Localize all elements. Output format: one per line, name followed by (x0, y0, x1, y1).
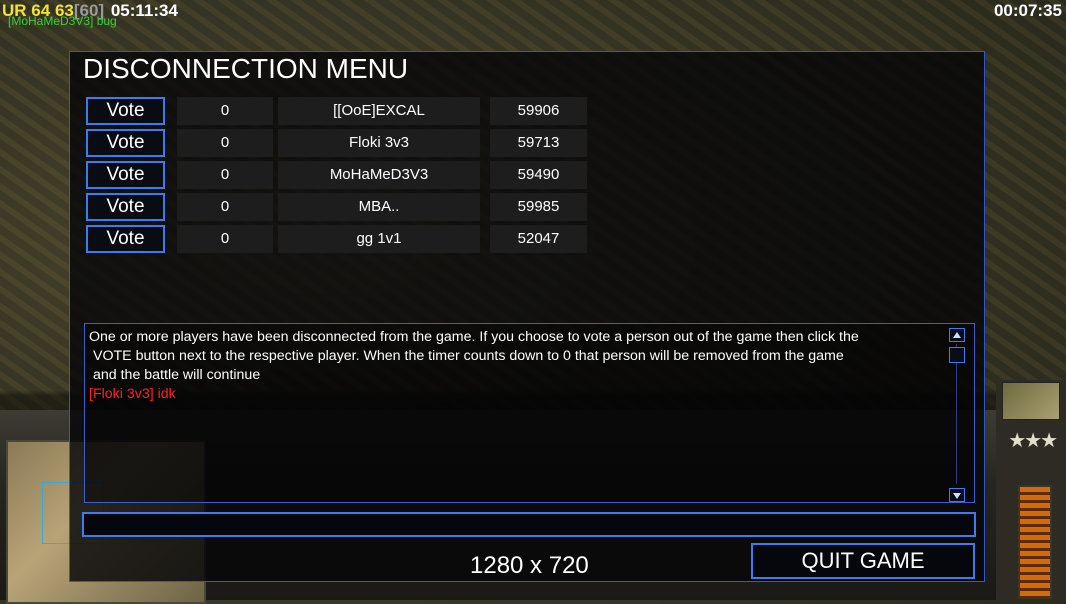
vote-count: 0 (177, 161, 273, 189)
chat-input[interactable] (82, 512, 976, 537)
chat-message: [Floki 3v3] idk (89, 386, 176, 402)
resolution-label: 1280 x 720 (470, 552, 589, 579)
player-name: MoHaMeD3V3 (278, 161, 480, 189)
dialog-title: DISCONNECTION MENU (83, 53, 409, 84)
player-name: [[OoE]EXCAL (278, 97, 480, 125)
scrollbar-thumb[interactable] (949, 347, 965, 363)
scroll-up-arrow-icon[interactable] (949, 328, 965, 342)
player-timer: 52047 (490, 225, 587, 253)
player-timer: 59490 (490, 161, 587, 189)
message-line: One or more players have been disconnect… (89, 329, 859, 345)
power-meter (1018, 485, 1052, 599)
vote-count: 0 (177, 129, 273, 157)
player-name: gg 1v1 (278, 225, 480, 253)
game-timer: 00:07:35 (993, 1, 1062, 20)
message-text: One or more players have been disconnect… (89, 328, 951, 404)
player-timer: 59985 (490, 193, 587, 221)
player-tag: [MoHaMeD3V3] bug (8, 14, 117, 28)
vote-count: 0 (177, 225, 273, 253)
message-line: VOTE button next to the respective playe… (93, 348, 844, 364)
message-line: and the battle will continue (93, 367, 261, 383)
vote-count: 0 (177, 193, 273, 221)
scrollbar-rail (956, 344, 957, 484)
disconnection-dialog: DISCONNECTION MENU Vote 0 [[OoE]EXCAL 59… (69, 51, 985, 582)
general-portrait[interactable] (1002, 382, 1060, 420)
player-name: MBA.. (278, 193, 480, 221)
quit-game-button[interactable]: QUIT GAME (751, 543, 975, 579)
scroll-down-arrow-icon[interactable] (949, 488, 965, 502)
vote-count: 0 (177, 97, 273, 125)
player-timer: 59906 (490, 97, 587, 125)
vote-button[interactable]: Vote (86, 225, 165, 253)
player-name: Floki 3v3 (278, 129, 480, 157)
vote-button[interactable]: Vote (86, 193, 165, 221)
vote-button[interactable]: Vote (86, 129, 165, 157)
message-log[interactable]: One or more players have been disconnect… (84, 323, 975, 503)
vote-button[interactable]: Vote (86, 161, 165, 189)
message-scrollbar[interactable] (949, 326, 965, 502)
system-clock: 05:11:34 (110, 1, 178, 20)
player-timer: 59713 (490, 129, 587, 157)
vote-button[interactable]: Vote (86, 97, 165, 125)
rank-stars-icon: ★★★ (1008, 430, 1058, 452)
